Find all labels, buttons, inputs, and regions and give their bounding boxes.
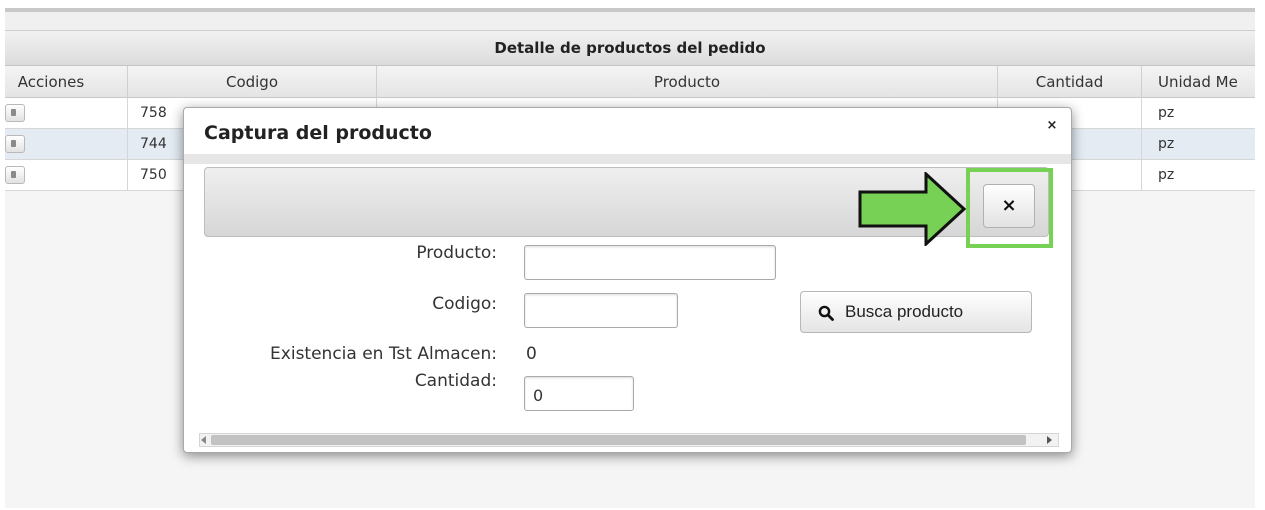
actions-cell (5, 160, 128, 190)
busca-producto-label: Busca producto (845, 302, 964, 321)
cantidad-input[interactable] (524, 376, 634, 411)
arrow-right-icon (858, 172, 966, 246)
close-icon[interactable]: × (1045, 118, 1059, 134)
busca-producto-button[interactable]: Busca producto (800, 291, 1032, 333)
row-edit-button[interactable] (5, 104, 25, 122)
row-edit-button[interactable] (5, 135, 25, 153)
producto-input[interactable] (524, 245, 776, 280)
codigo-input[interactable] (524, 293, 678, 328)
row-edit-button[interactable] (5, 166, 25, 184)
grid-top-border (5, 8, 1255, 12)
existencia-value: 0 (526, 344, 537, 364)
column-header-acciones[interactable]: Acciones (5, 66, 128, 98)
codigo-label: Codigo: (432, 294, 497, 314)
product-capture-dialog: Captura del producto × Producto: Codigo:… (183, 107, 1072, 453)
existencia-label: Existencia en Tst Almacen: (270, 344, 497, 364)
actions-cell (5, 98, 128, 128)
horizontal-scrollbar[interactable] (199, 433, 1059, 447)
close-icon: × (1001, 195, 1017, 216)
unidad-cell: pz (1158, 105, 1175, 121)
dialog-title: Captura del producto (204, 122, 432, 144)
column-header-codigo[interactable]: Codigo (128, 66, 377, 98)
producto-label: Producto: (416, 243, 497, 263)
column-header-producto[interactable]: Producto (377, 66, 998, 98)
grid-header: Acciones Codigo Producto Cantidad Unidad… (5, 66, 1255, 98)
column-header-unidad[interactable]: Unidad Me (1142, 66, 1255, 98)
toolbar-close-button[interactable]: × (983, 184, 1035, 228)
cantidad-label: Cantidad: (414, 371, 497, 391)
scroll-right-icon[interactable] (1047, 436, 1052, 444)
actions-cell (5, 129, 128, 159)
scroll-left-icon[interactable] (201, 436, 206, 444)
dialog-title-divider (184, 154, 1071, 164)
unidad-cell: pz (1158, 167, 1175, 183)
grid-caption: Detalle de productos del pedido (5, 30, 1255, 66)
column-header-cantidad[interactable]: Cantidad (998, 66, 1142, 98)
unidad-cell: pz (1158, 136, 1175, 152)
search-icon (818, 305, 834, 321)
scrollbar-thumb[interactable] (211, 435, 1026, 445)
